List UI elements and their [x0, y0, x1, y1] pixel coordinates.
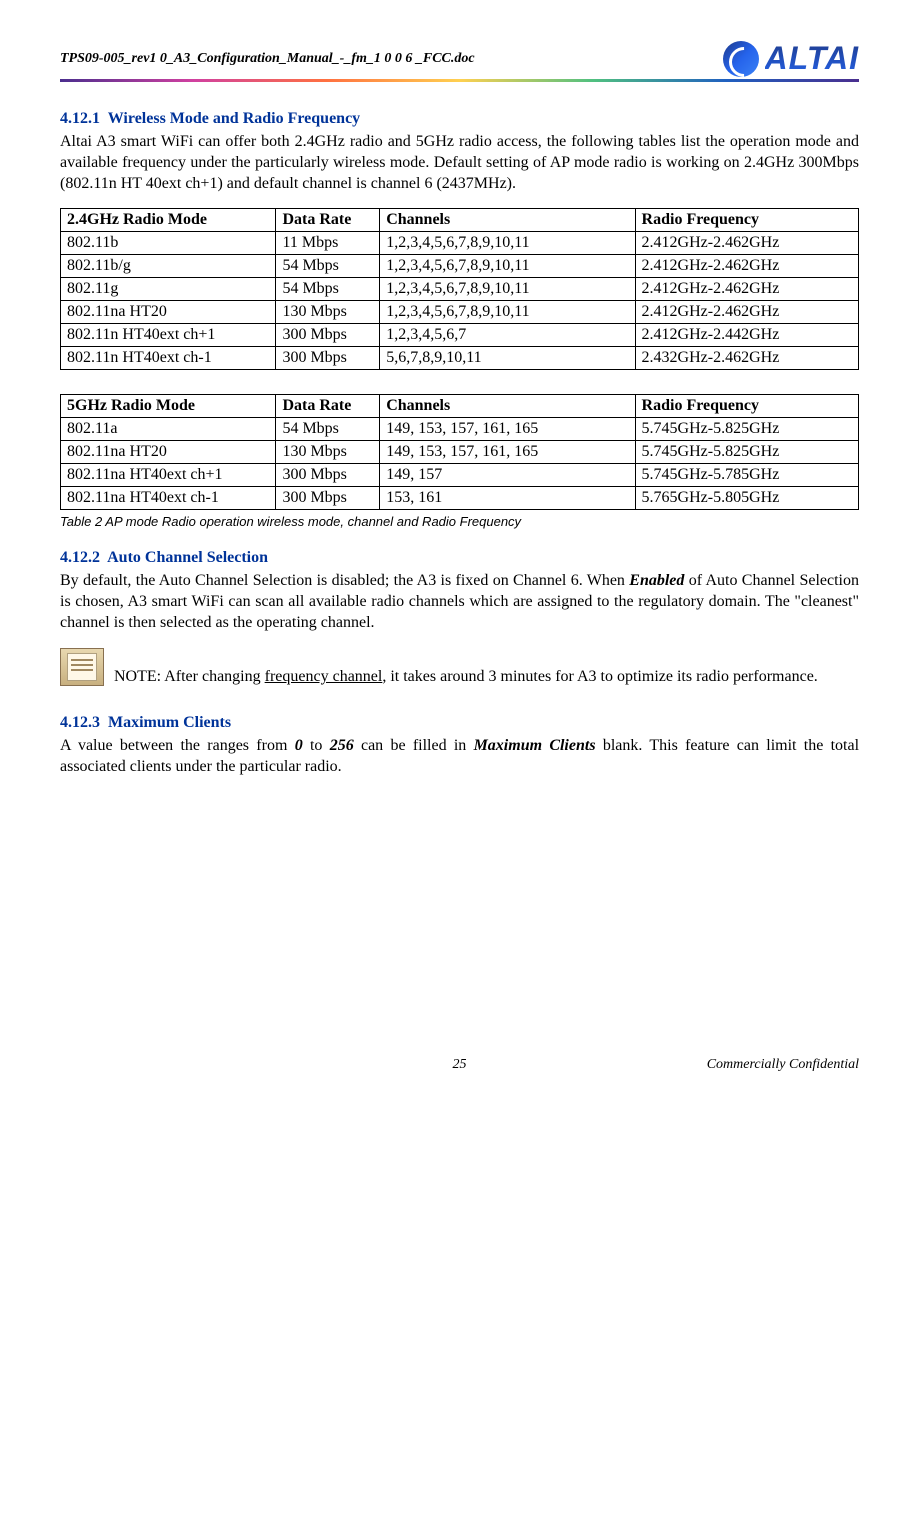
cell: 2.412GHz-2.462GHz [635, 278, 858, 301]
header-filename: TPS09-005_rev1 0_A3_Configuration_Manual… [60, 51, 475, 67]
cell: 1,2,3,4,5,6,7,8,9,10,11 [380, 255, 635, 278]
col-header: 5GHz Radio Mode [61, 395, 276, 418]
section-heading-wireless-mode: 4.12.1 Wireless Mode and Radio Frequency [60, 110, 859, 128]
cell: 802.11n HT40ext ch-1 [61, 347, 276, 370]
cell: 54 Mbps [276, 418, 380, 441]
paragraph: By default, the Auto Channel Selection i… [60, 571, 859, 633]
cell: 54 Mbps [276, 278, 380, 301]
note-icon [60, 648, 104, 686]
table-row: 802.11n HT40ext ch-1300 Mbps5,6,7,8,9,10… [61, 347, 859, 370]
text: can be filled in [354, 737, 474, 754]
text: A value between the ranges from [60, 737, 295, 754]
cell: 5.765GHz-5.805GHz [635, 487, 858, 510]
cell: 802.11a [61, 418, 276, 441]
cell: 149, 153, 157, 161, 165 [380, 441, 635, 464]
table-row: 802.11b/g54 Mbps1,2,3,4,5,6,7,8,9,10,112… [61, 255, 859, 278]
cell: 2.412GHz-2.462GHz [635, 255, 858, 278]
cell: 153, 161 [380, 487, 635, 510]
text: to [303, 737, 330, 754]
cell: 130 Mbps [276, 441, 380, 464]
col-header: Channels [380, 209, 635, 232]
emphasis-enabled: Enabled [629, 572, 684, 589]
cell: 11 Mbps [276, 232, 380, 255]
table-row: 802.11na HT40ext ch+1300 Mbps149, 1575.7… [61, 464, 859, 487]
cell: 802.11na HT40ext ch+1 [61, 464, 276, 487]
emphasis-value: 256 [330, 737, 354, 754]
cell: 300 Mbps [276, 324, 380, 347]
cell: 802.11na HT40ext ch-1 [61, 487, 276, 510]
note-underlined: frequency channel [265, 668, 383, 685]
col-header: 2.4GHz Radio Mode [61, 209, 276, 232]
cell: 2.412GHz-2.462GHz [635, 301, 858, 324]
table-row: 802.11na HT40ext ch-1300 Mbps153, 1615.7… [61, 487, 859, 510]
table-row: 802.11n HT40ext ch+1300 Mbps1,2,3,4,5,6,… [61, 324, 859, 347]
text: By default, the Auto Channel Selection i… [60, 572, 629, 589]
cell: 5,6,7,8,9,10,11 [380, 347, 635, 370]
table-row: 802.11g54 Mbps1,2,3,4,5,6,7,8,9,10,112.4… [61, 278, 859, 301]
section-title: Auto Channel Selection [107, 549, 268, 566]
table-row: 802.11na HT20130 Mbps149, 153, 157, 161,… [61, 441, 859, 464]
cell: 54 Mbps [276, 255, 380, 278]
table-5ghz-radio: 5GHz Radio Mode Data Rate Channels Radio… [60, 394, 859, 510]
section-number: 4.12.2 [60, 549, 100, 566]
page-footer: 25 Commercially Confidential [60, 1057, 859, 1073]
altai-logo-icon [723, 41, 759, 77]
note-block: NOTE: After changing frequency channel, … [60, 648, 859, 686]
col-header: Data Rate [276, 395, 380, 418]
cell: 1,2,3,4,5,6,7,8,9,10,11 [380, 232, 635, 255]
section-title: Wireless Mode and Radio Frequency [108, 110, 360, 127]
table-header-row: 2.4GHz Radio Mode Data Rate Channels Rad… [61, 209, 859, 232]
paragraph: A value between the ranges from 0 to 256… [60, 736, 859, 778]
cell: 802.11n HT40ext ch+1 [61, 324, 276, 347]
cell: 802.11b/g [61, 255, 276, 278]
cell: 802.11g [61, 278, 276, 301]
cell: 1,2,3,4,5,6,7,8,9,10,11 [380, 278, 635, 301]
section-heading-max-clients: 4.12.3 Maximum Clients [60, 714, 859, 732]
section-title: Maximum Clients [108, 714, 231, 731]
emphasis-value: 0 [295, 737, 303, 754]
table-header-row: 5GHz Radio Mode Data Rate Channels Radio… [61, 395, 859, 418]
note-text: NOTE: After changing [110, 668, 265, 685]
cell: 1,2,3,4,5,6,7,8,9,10,11 [380, 301, 635, 324]
altai-logo: ALTAI [723, 40, 859, 77]
altai-logo-text: ALTAI [765, 40, 859, 77]
table-row: 802.11na HT20130 Mbps1,2,3,4,5,6,7,8,9,1… [61, 301, 859, 324]
table-24ghz-radio: 2.4GHz Radio Mode Data Rate Channels Rad… [60, 208, 859, 370]
cell: 2.412GHz-2.462GHz [635, 232, 858, 255]
cell: 300 Mbps [276, 347, 380, 370]
cell: 802.11b [61, 232, 276, 255]
cell: 300 Mbps [276, 487, 380, 510]
cell: 802.11na HT20 [61, 441, 276, 464]
note-text: , it takes around 3 minutes for A3 to op… [382, 668, 817, 685]
col-header: Data Rate [276, 209, 380, 232]
cell: 5.745GHz-5.825GHz [635, 441, 858, 464]
cell: 2.412GHz-2.442GHz [635, 324, 858, 347]
table-row: 802.11b11 Mbps1,2,3,4,5,6,7,8,9,10,112.4… [61, 232, 859, 255]
col-header: Radio Frequency [635, 209, 858, 232]
table-caption: Table 2 AP mode Radio operation wireless… [60, 514, 859, 529]
col-header: Radio Frequency [635, 395, 858, 418]
cell: 5.745GHz-5.825GHz [635, 418, 858, 441]
col-header: Channels [380, 395, 635, 418]
table-row: 802.11a54 Mbps149, 153, 157, 161, 1655.7… [61, 418, 859, 441]
cell: 300 Mbps [276, 464, 380, 487]
section-number: 4.12.3 [60, 714, 100, 731]
paragraph: Altai A3 smart WiFi can offer both 2.4GH… [60, 132, 859, 194]
confidential-label: Commercially Confidential [707, 1057, 859, 1073]
cell: 130 Mbps [276, 301, 380, 324]
cell: 149, 157 [380, 464, 635, 487]
cell: 149, 153, 157, 161, 165 [380, 418, 635, 441]
cell: 2.432GHz-2.462GHz [635, 347, 858, 370]
section-number: 4.12.1 [60, 110, 100, 127]
section-heading-auto-channel: 4.12.2 Auto Channel Selection [60, 549, 859, 567]
emphasis-term: Maximum Clients [474, 737, 596, 754]
cell: 802.11na HT20 [61, 301, 276, 324]
page-header: TPS09-005_rev1 0_A3_Configuration_Manual… [60, 40, 859, 82]
cell: 5.745GHz-5.785GHz [635, 464, 858, 487]
cell: 1,2,3,4,5,6,7 [380, 324, 635, 347]
